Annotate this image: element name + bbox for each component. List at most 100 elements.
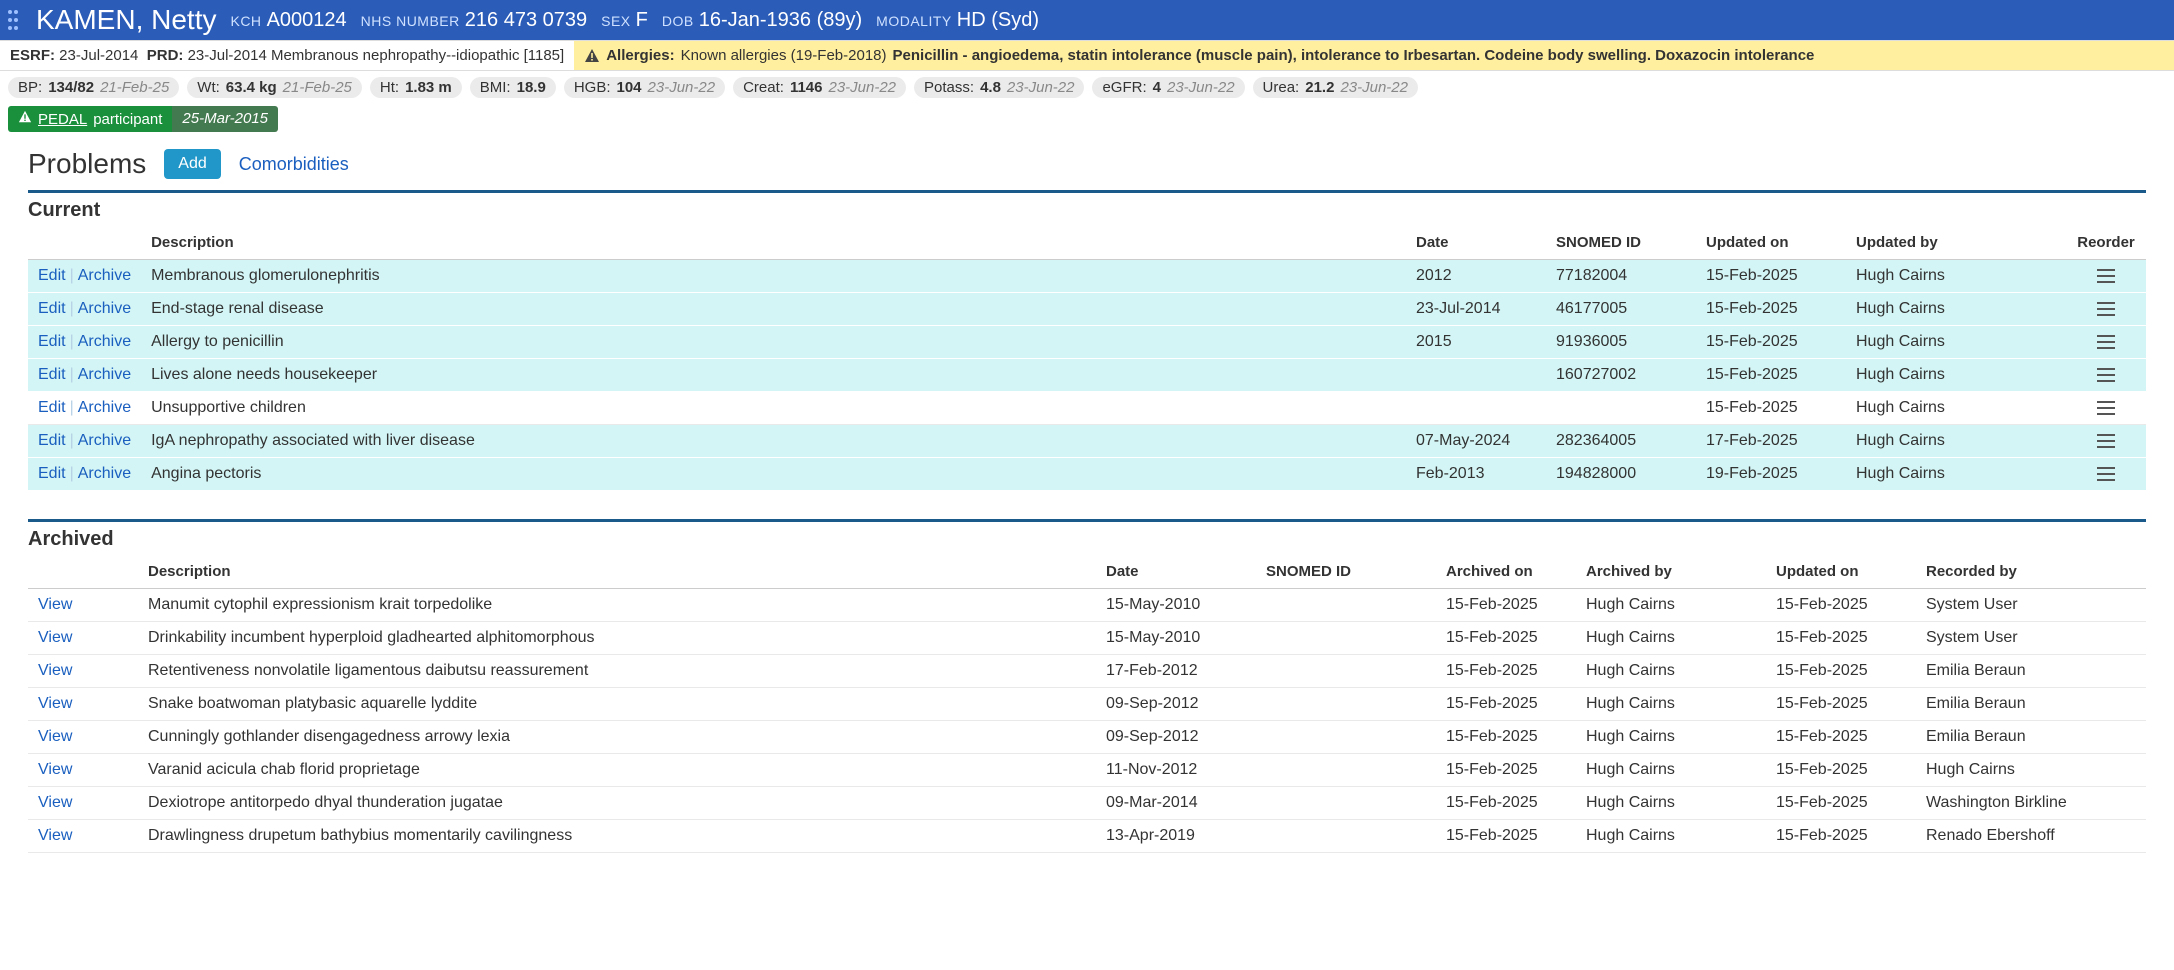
stat-label: Wt: — [197, 79, 220, 96]
cell-updated-on: 15-Feb-2025 — [1766, 622, 1916, 655]
cell-date: 15-May-2010 — [1096, 622, 1256, 655]
drag-dots-icon — [8, 8, 18, 32]
archive-link[interactable]: Archive — [78, 465, 131, 482]
edit-link[interactable]: Edit — [38, 366, 66, 383]
archived-section: Archived Description Date SNOMED ID Arch… — [28, 519, 2146, 853]
table-row: View Retentiveness nonvolatile ligamentou… — [28, 655, 2146, 688]
edit-link[interactable]: Edit — [38, 465, 66, 482]
cell-date: 09-Mar-2014 — [1096, 787, 1256, 820]
cell-recorded-by: System User — [1916, 622, 2146, 655]
cell-updated-on: 15-Feb-2025 — [1696, 359, 1846, 392]
view-link[interactable]: View — [38, 827, 72, 844]
cell-archived-by: Hugh Cairns — [1576, 754, 1766, 787]
edit-link[interactable]: Edit — [38, 267, 66, 284]
view-link[interactable]: View — [38, 794, 72, 811]
stat-pill: HGB: 104 23-Jun-22 — [564, 77, 725, 98]
cell-snomed: 77182004 — [1546, 260, 1696, 293]
cell-archived-on: 15-Feb-2025 — [1436, 820, 1576, 853]
archive-link[interactable]: Archive — [78, 300, 131, 317]
stat-date: 23-Jun-22 — [1007, 79, 1075, 96]
cell-snomed: 194828000 — [1546, 458, 1696, 491]
cell-description: Allergy to penicillin — [141, 326, 1406, 359]
cell-recorded-by: Hugh Cairns — [1916, 754, 2146, 787]
archive-link[interactable]: Archive — [78, 399, 131, 416]
cell-description: IgA nephropathy associated with liver di… — [141, 425, 1406, 458]
stat-value: 4.8 — [980, 79, 1001, 96]
th-updated-on: Updated on — [1766, 555, 1916, 589]
cell-date: 2012 — [1406, 260, 1546, 293]
cell-updated-on: 15-Feb-2025 — [1766, 655, 1916, 688]
view-link[interactable]: View — [38, 695, 72, 712]
view-link[interactable]: View — [38, 596, 72, 613]
cell-description: End-stage renal disease — [141, 293, 1406, 326]
view-link[interactable]: View — [38, 629, 72, 646]
esrf-prd-box: ESRF: 23-Jul-2014 PRD: 23-Jul-2014 Membr… — [0, 41, 574, 70]
archive-link[interactable]: Archive — [78, 333, 131, 350]
th-description: Description — [138, 555, 1096, 589]
table-row: View Manumit cytophil expressionism krait… — [28, 589, 2146, 622]
table-row: ViewDrawlingness drupetum bathybius mome… — [28, 820, 2146, 853]
view-link[interactable]: View — [38, 761, 72, 778]
edit-link[interactable]: Edit — [38, 399, 66, 416]
cell-updated-by: Hugh Cairns — [1846, 392, 2066, 425]
stat-pill: eGFR: 4 23-Jun-22 — [1092, 77, 1244, 98]
reorder-handle-icon[interactable] — [2076, 467, 2136, 481]
allergies-label: Allergies: — [606, 47, 674, 64]
comorbidities-link[interactable]: Comorbidities — [239, 154, 349, 175]
table-row: Edit|ArchiveMembranous glomerulonephriti… — [28, 260, 2146, 293]
stat-value: 134/82 — [48, 79, 94, 96]
warning-icon — [18, 110, 32, 128]
cell-description: Retentiveness nonvolatile ligamentous da… — [138, 655, 1096, 688]
cell-snomed — [1256, 787, 1436, 820]
cell-archived-by: Hugh Cairns — [1576, 589, 1766, 622]
cell-description: Drinkability incumbent hyperploid gladhe… — [138, 622, 1096, 655]
cell-archived-by: Hugh Cairns — [1576, 655, 1766, 688]
cell-updated-by: Hugh Cairns — [1846, 425, 2066, 458]
cell-date: 17-Feb-2012 — [1096, 655, 1256, 688]
reorder-handle-icon[interactable] — [2076, 401, 2136, 415]
cell-updated-by: Hugh Cairns — [1846, 260, 2066, 293]
hdr-kch: KCH A000124 — [230, 9, 346, 32]
cell-updated-on: 15-Feb-2025 — [1766, 688, 1916, 721]
cell-date: 11-Nov-2012 — [1096, 754, 1256, 787]
table-row: Edit|ArchiveAllergy to penicillin2015919… — [28, 326, 2146, 359]
stat-value: 104 — [617, 79, 642, 96]
th-description: Description — [141, 226, 1406, 260]
cell-updated-on: 19-Feb-2025 — [1696, 458, 1846, 491]
cell-archived-on: 15-Feb-2025 — [1436, 622, 1576, 655]
edit-link[interactable]: Edit — [38, 333, 66, 350]
archive-link[interactable]: Archive — [78, 267, 131, 284]
cell-description: Angina pectoris — [141, 458, 1406, 491]
reorder-handle-icon[interactable] — [2076, 269, 2136, 283]
meta-bar: ESRF: 23-Jul-2014 PRD: 23-Jul-2014 Membr… — [0, 40, 2174, 71]
reorder-handle-icon[interactable] — [2076, 302, 2136, 316]
stat-value: 18.9 — [517, 79, 546, 96]
archive-link[interactable]: Archive — [78, 432, 131, 449]
th-snomed: SNOMED ID — [1546, 226, 1696, 260]
stat-label: Creat: — [743, 79, 784, 96]
edit-link[interactable]: Edit — [38, 432, 66, 449]
cell-updated-by: Hugh Cairns — [1846, 359, 2066, 392]
cell-updated-on: 15-Feb-2025 — [1766, 754, 1916, 787]
cell-description: Membranous glomerulonephritis — [141, 260, 1406, 293]
reorder-handle-icon[interactable] — [2076, 335, 2136, 349]
cell-description: Manumit cytophil expressionism krait tor… — [138, 589, 1096, 622]
reorder-handle-icon[interactable] — [2076, 368, 2136, 382]
cell-updated-on: 15-Feb-2025 — [1766, 721, 1916, 754]
cell-archived-by: Hugh Cairns — [1576, 622, 1766, 655]
cell-archived-on: 15-Feb-2025 — [1436, 589, 1576, 622]
cell-date: 15-May-2010 — [1096, 589, 1256, 622]
view-link[interactable]: View — [38, 728, 72, 745]
cell-snomed: 282364005 — [1546, 425, 1696, 458]
archive-link[interactable]: Archive — [78, 366, 131, 383]
reorder-handle-icon[interactable] — [2076, 434, 2136, 448]
add-button[interactable]: Add — [164, 149, 220, 179]
allergies-text: Penicillin - angioedema, statin intolera… — [893, 47, 1815, 64]
edit-link[interactable]: Edit — [38, 300, 66, 317]
study-badge[interactable]: PEDAL participant 25-Mar-2015 — [8, 106, 278, 132]
study-role: participant — [93, 111, 162, 128]
th-archived-on: Archived on — [1436, 555, 1576, 589]
view-link[interactable]: View — [38, 662, 72, 679]
cell-recorded-by: System User — [1916, 589, 2146, 622]
cell-description: Snake boatwoman platybasic aquarelle lyd… — [138, 688, 1096, 721]
